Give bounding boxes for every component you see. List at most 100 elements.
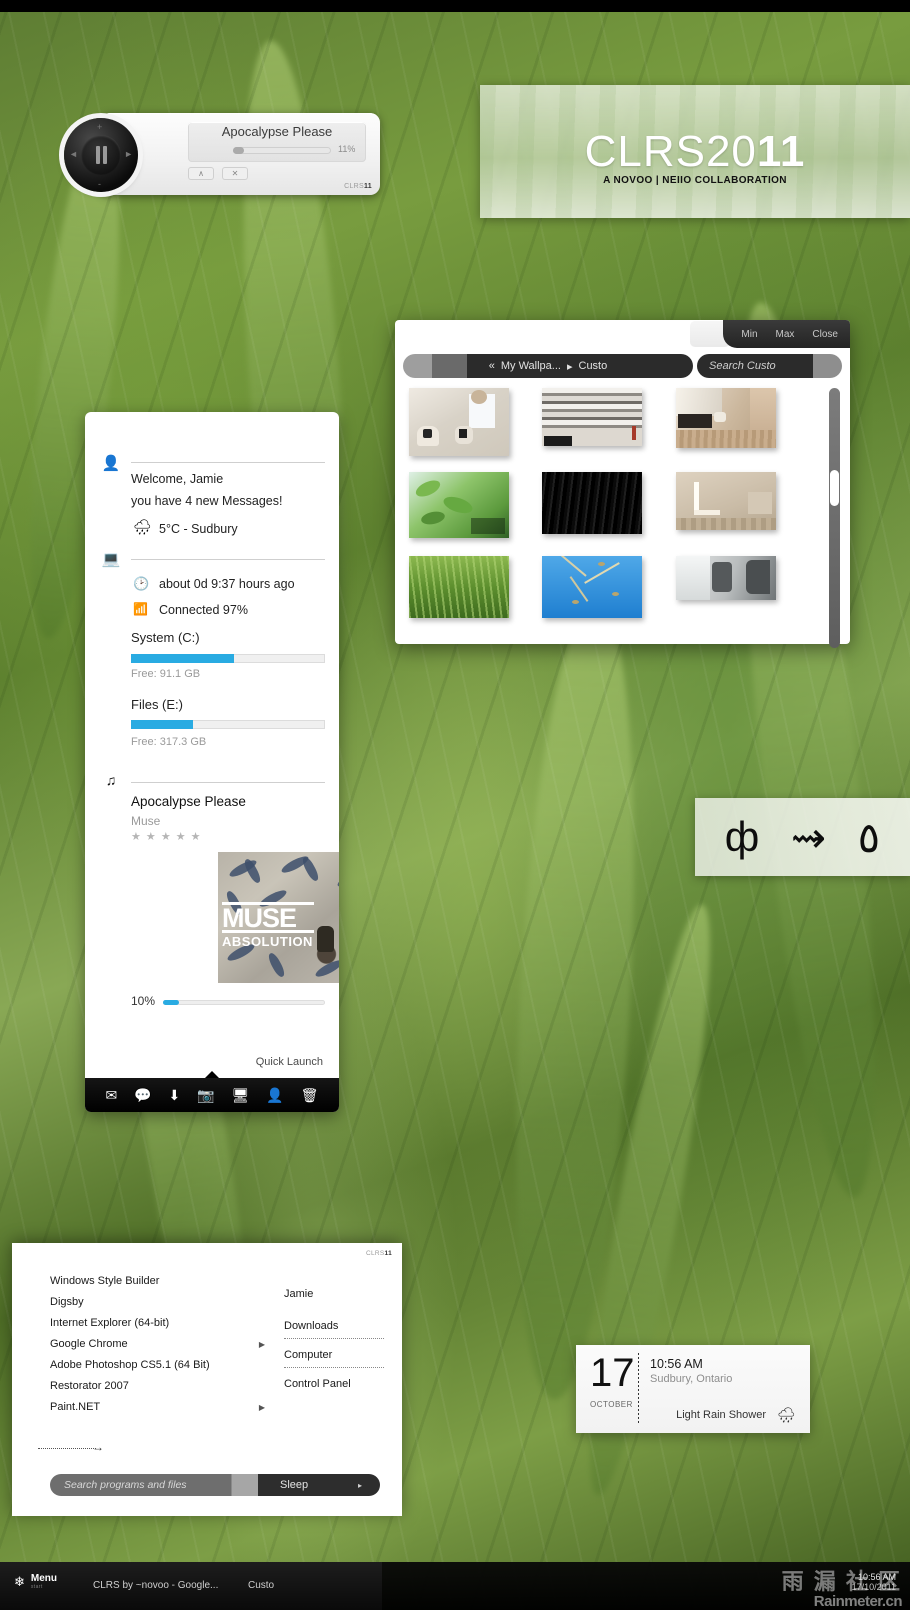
user-icon[interactable]: 👤 [266, 1088, 283, 1102]
divider [284, 1367, 384, 1368]
divider [638, 1353, 639, 1425]
trash-icon[interactable]: 🗑 [301, 1088, 319, 1102]
start-menu-places-list[interactable]: Jamie Downloads Computer Control Panel [284, 1288, 389, 1394]
start-menu-item[interactable]: Google Chrome ▶ [50, 1334, 265, 1355]
start-menu-search-input[interactable]: Search programs and files [50, 1479, 187, 1491]
maximize-button[interactable]: Max [776, 329, 795, 340]
drive-usage-fill [131, 654, 234, 663]
thumb-beige-corner[interactable] [675, 472, 776, 530]
taskbar[interactable]: ❄ Menu start CLRS by ~novoo - Google... … [0, 1562, 910, 1610]
start-menu-item[interactable]: Restorator 2007 [50, 1376, 265, 1397]
close-button[interactable]: Close [812, 329, 838, 340]
breadcrumb[interactable]: « My Wallpa... ▸ Custo [403, 354, 693, 378]
start-menu-place-user[interactable]: Jamie [284, 1288, 389, 1300]
monitor-icon[interactable]: 🖥 [232, 1088, 250, 1102]
chat-icon[interactable]: 💬 [134, 1088, 151, 1102]
download-icon[interactable]: ⬇ [169, 1088, 181, 1102]
scrollbar-thumb[interactable] [830, 470, 839, 506]
drive-label: Files (E:) [131, 697, 183, 712]
start-menu[interactable]: CLRS11 Windows Style Builder Digsby Inte… [12, 1243, 402, 1516]
start-menu-item[interactable]: Windows Style Builder [50, 1271, 265, 1292]
album-title: ABSOLUTION [222, 934, 313, 949]
thumbnail-cell[interactable] [542, 472, 675, 556]
start-menu-bottom-bar[interactable]: Search programs and files Sleep ▸ [50, 1474, 380, 1496]
next-track-icon[interactable]: ► [124, 149, 133, 159]
volume-up-icon[interactable]: + [97, 122, 102, 132]
media-player-widget[interactable]: + - ◄ ► Apocalypse Please 11% ∧ ✕ CLRS11 [64, 113, 380, 195]
thumbnail-cell[interactable] [409, 388, 542, 472]
window-controls[interactable]: Min Max Close [723, 320, 850, 348]
close-button[interactable]: ✕ [222, 167, 248, 180]
start-menu-item[interactable]: Adobe Photoshop CS5.1 (64 Bit) [50, 1355, 265, 1376]
sleep-button[interactable]: Sleep [280, 1479, 308, 1491]
all-programs-button[interactable]: → [38, 1440, 113, 1454]
file-explorer-window[interactable]: Min Max Close « My Wallpa... ▸ Custo Sea… [395, 320, 850, 648]
media-seek-bar[interactable] [233, 147, 331, 154]
clock-weather-widget[interactable]: 17 OCTOBER 10:56 AM Sudbury, Ontario Lig… [576, 1345, 810, 1433]
taskbar-task-custo[interactable]: Custo [248, 1580, 274, 1591]
music-note-icon: ♫ [105, 772, 117, 788]
album-art-container: MUSE ABSOLUTION [85, 852, 339, 983]
drive-usage-fill [131, 720, 194, 729]
thumb-grey-structure[interactable] [675, 556, 776, 600]
start-menu-place-downloads[interactable]: Downloads [284, 1320, 389, 1332]
music-artist: Muse [131, 814, 161, 828]
scrollbar-track[interactable] [829, 388, 840, 648]
volume-down-icon[interactable]: - [98, 179, 101, 189]
thumbnail-grid[interactable] [409, 388, 809, 640]
start-button-label: Menu [30, 1573, 58, 1584]
clrs-banner-widget: CLRS2011 A NOVOO | NEIIO COLLABORATION [480, 85, 910, 218]
thumb-blue-sky-grass[interactable] [542, 556, 643, 618]
music-rating: ★ ★ ★ ★ ★ [131, 831, 202, 843]
collapse-button[interactable]: ∧ [188, 167, 214, 180]
sidebar-info-widget[interactable]: 👤 Welcome, Jamie you have 4 new Messages… [85, 412, 339, 1112]
thumb-wood-interior[interactable] [675, 388, 776, 448]
music-seek-bar[interactable] [163, 1000, 325, 1005]
date-day-number: 17 [590, 1351, 635, 1395]
thumbnail-cell[interactable] [675, 388, 809, 472]
thumb-white-room[interactable] [409, 388, 509, 456]
play-pause-button[interactable] [81, 135, 121, 175]
previous-track-icon[interactable]: ◄ [69, 149, 78, 159]
glyph-icon-3[interactable]: ٥ [858, 813, 881, 862]
breadcrumb-segment-wallpapers[interactable]: My Wallpa... [501, 360, 561, 372]
breadcrumb-back-icon[interactable]: « [489, 360, 495, 372]
music-track-title: Apocalypse Please [131, 794, 246, 809]
drive-usage-bar [131, 720, 325, 729]
thumb-wheat-field[interactable] [409, 556, 509, 618]
start-menu-place-computer[interactable]: Computer [284, 1349, 389, 1361]
glyph-icon-2[interactable]: ⇝ [791, 813, 826, 862]
quick-launch-dock[interactable]: ✉ 💬 ⬇ 📷 🖥 👤 🗑 [85, 1078, 339, 1112]
chevron-right-icon: ▶ [258, 1340, 265, 1349]
thumbnail-cell[interactable] [675, 556, 809, 640]
mail-icon[interactable]: ✉ [105, 1088, 117, 1102]
date-month-label: OCTOBER [590, 1400, 633, 1409]
start-menu-item[interactable]: Digsby [50, 1292, 265, 1313]
thumb-black-texture[interactable] [542, 472, 643, 534]
thumbnail-cell[interactable] [409, 556, 542, 640]
breadcrumb-segment-custo[interactable]: Custo [579, 360, 608, 372]
location-text: Sudbury, Ontario [650, 1373, 733, 1385]
thumb-striped-ceiling[interactable] [542, 388, 643, 446]
chevron-right-icon[interactable]: ▸ [358, 1481, 362, 1490]
chevron-right-icon: ▸ [566, 360, 573, 373]
glyph-icon-1[interactable]: ф [725, 813, 760, 861]
media-dial-control[interactable]: + - ◄ ► [64, 118, 138, 192]
camera-icon[interactable]: 📷 [197, 1088, 214, 1102]
glyph-shortcut-widget[interactable]: ф ⇝ ٥ [695, 798, 910, 876]
media-track-title: Apocalypse Please [221, 124, 333, 139]
search-input[interactable]: Search Custo [697, 354, 842, 378]
start-button[interactable]: ❄ Menu start [14, 1573, 58, 1591]
start-menu-item[interactable]: Paint.NET ▶ [50, 1397, 265, 1418]
thumbnail-cell[interactable] [542, 556, 675, 640]
minimize-button[interactable]: Min [741, 329, 757, 340]
thumbnail-cell[interactable] [675, 472, 809, 556]
thumb-green-leaves[interactable] [409, 472, 509, 538]
thumbnail-cell[interactable] [542, 388, 675, 472]
start-menu-place-control-panel[interactable]: Control Panel [284, 1378, 389, 1390]
start-menu-item[interactable]: Internet Explorer (64-bit) [50, 1313, 265, 1334]
taskbar-task-chrome[interactable]: CLRS by ~novoo - Google... [93, 1580, 218, 1591]
media-button-row: ∧ ✕ [188, 167, 248, 180]
thumbnail-cell[interactable] [409, 472, 542, 556]
start-menu-program-list[interactable]: Windows Style Builder Digsby Internet Ex… [50, 1271, 265, 1418]
